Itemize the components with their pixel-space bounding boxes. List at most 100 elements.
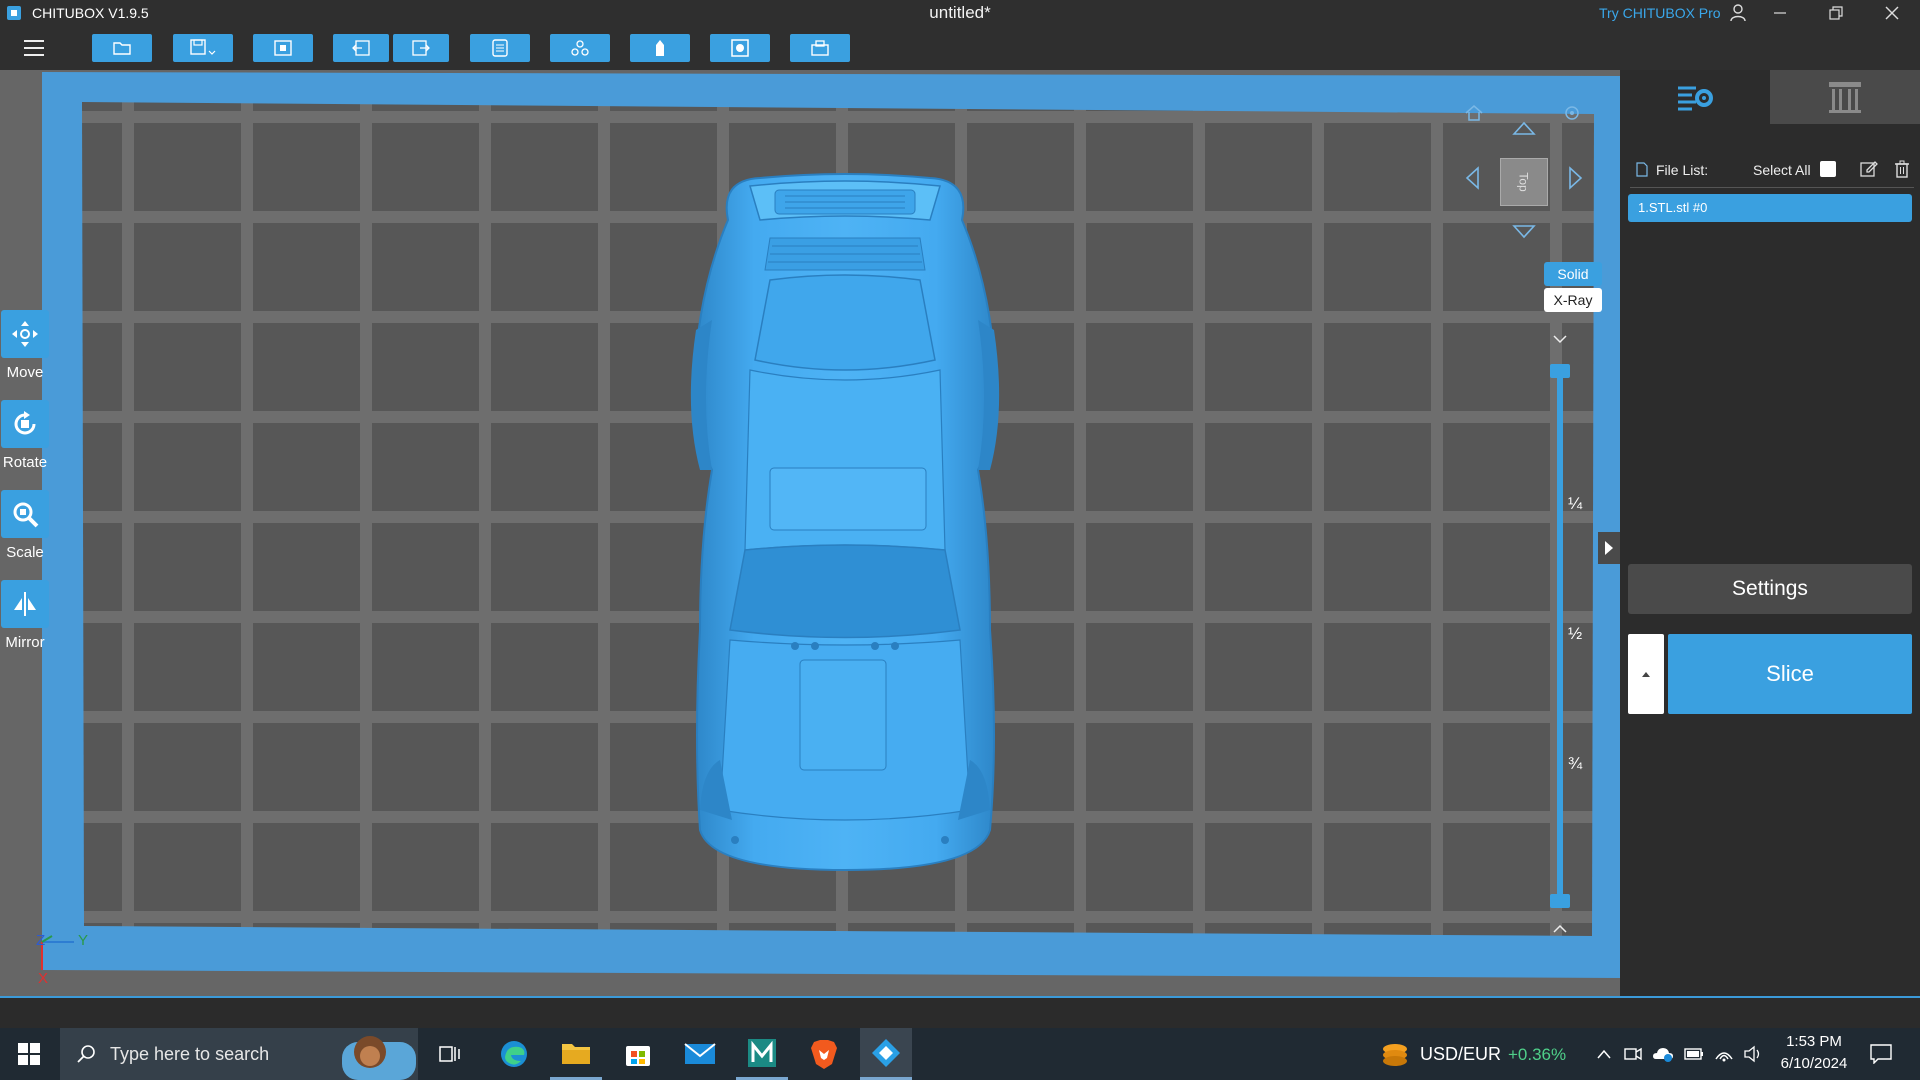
auto-layout-button[interactable]	[550, 34, 610, 62]
search-box[interactable]: Type here to search	[60, 1028, 418, 1080]
mail-icon	[684, 1043, 716, 1064]
open-file-button[interactable]	[92, 34, 152, 62]
file-explorer-app[interactable]	[550, 1028, 602, 1080]
redo-button[interactable]	[393, 34, 449, 62]
undo-button[interactable]	[333, 34, 389, 62]
mail-app[interactable]	[674, 1028, 726, 1080]
save-icon	[190, 39, 216, 55]
try-pro-link[interactable]: Try CHITUBOX Pro	[1599, 5, 1721, 21]
view-cube-label: Top	[1516, 172, 1531, 192]
file-list-divider	[1630, 187, 1914, 188]
axis-z-label: Z	[36, 932, 46, 949]
axis-x-label: X	[38, 970, 49, 987]
title-bar: CHITUBOX V1.9.5 untitled* Try CHITUBOX P…	[0, 0, 1920, 26]
move-tool-button[interactable]	[1, 310, 49, 358]
right-panel: File List: Select All 1.STL.stl #0 Setti…	[1620, 70, 1920, 996]
layer-slider-track[interactable]	[1557, 370, 1563, 900]
3d-viewport[interactable]: Top Solid X-Ray ¼ ½ ¾ Z Y X Move Rotate	[0, 70, 1620, 996]
tab-support[interactable]	[1770, 70, 1920, 124]
rotate-view-up-icon[interactable]	[1512, 120, 1536, 138]
tab-settings[interactable]	[1620, 70, 1770, 124]
restore-button[interactable]	[1814, 0, 1858, 26]
search-icon	[77, 1045, 95, 1063]
mirror-tool[interactable]: Mirror	[0, 580, 50, 651]
print-button[interactable]	[790, 34, 850, 62]
screenshot-button[interactable]	[253, 34, 313, 62]
layer-slider-top-handle[interactable]	[1550, 364, 1570, 378]
store-app[interactable]	[612, 1028, 664, 1080]
rotate-tool-label: Rotate	[2, 454, 48, 471]
slice-button[interactable]: Slice	[1668, 634, 1912, 714]
arrange-button[interactable]	[470, 34, 530, 62]
save-button[interactable]	[173, 34, 233, 62]
edit-icon[interactable]	[1860, 160, 1878, 178]
start-button[interactable]	[0, 1028, 58, 1080]
ticker-value[interactable]: +0.36%	[1508, 1045, 1566, 1065]
rotate-view-down-icon[interactable]	[1512, 222, 1536, 240]
scale-tool[interactable]: Scale	[0, 490, 50, 561]
hollow-button[interactable]	[710, 34, 770, 62]
brave-app[interactable]	[798, 1028, 850, 1080]
meet-now-icon[interactable]	[1624, 1046, 1642, 1062]
chevron-up-icon[interactable]	[1552, 924, 1568, 934]
meshmixer-app[interactable]	[736, 1028, 788, 1080]
weather-ticker-icon[interactable]	[1380, 1041, 1410, 1067]
view-cube[interactable]: Top	[1500, 158, 1548, 206]
rotate-view-right-icon[interactable]	[1566, 166, 1584, 190]
task-view-button[interactable]	[424, 1028, 476, 1080]
mirror-tool-button[interactable]	[1, 580, 49, 628]
car-model[interactable]	[690, 173, 1000, 872]
clock-time[interactable]: 1:53 PM	[1778, 1033, 1850, 1050]
onedrive-icon[interactable]	[1652, 1046, 1674, 1062]
brave-icon	[811, 1040, 837, 1069]
chitubox-app[interactable]	[860, 1028, 912, 1080]
app-title: CHITUBOX V1.9.5	[32, 5, 149, 21]
minimize-button[interactable]	[1758, 0, 1802, 26]
view-settings-icon[interactable]	[1562, 103, 1582, 123]
chevron-down-icon[interactable]	[1552, 334, 1568, 344]
slice-options-toggle[interactable]	[1628, 634, 1664, 714]
settings-button[interactable]: Settings	[1628, 564, 1912, 614]
file-list-label: File List:	[1656, 162, 1709, 178]
user-icon[interactable]	[1730, 4, 1746, 22]
clock-date[interactable]: 6/10/2024	[1770, 1055, 1858, 1072]
file-icon	[1636, 162, 1648, 177]
support-icon	[656, 40, 664, 56]
battery-icon[interactable]	[1684, 1047, 1704, 1061]
select-all-checkbox[interactable]	[1820, 161, 1836, 177]
layer-slider-bottom-handle[interactable]	[1550, 894, 1570, 908]
rotate-tool-button[interactable]	[1, 400, 49, 448]
rotate-view-left-icon[interactable]	[1464, 166, 1482, 190]
home-view-icon[interactable]	[1464, 103, 1484, 123]
toolbar	[0, 26, 1920, 70]
chevron-right-icon	[1605, 541, 1613, 555]
move-tool[interactable]: Move	[0, 310, 50, 381]
file-list-item[interactable]: 1.STL.stl #0	[1628, 194, 1912, 222]
rotate-tool[interactable]: Rotate	[0, 400, 50, 471]
close-button[interactable]	[1870, 0, 1914, 26]
edge-app[interactable]	[488, 1028, 540, 1080]
scale-tool-label: Scale	[6, 544, 44, 561]
minimize-icon	[1774, 12, 1786, 14]
slider-mark-quarter: ¼	[1568, 494, 1583, 513]
xray-mode-button[interactable]: X-Ray	[1544, 288, 1602, 312]
scale-tool-button[interactable]	[1, 490, 49, 538]
volume-icon[interactable]	[1744, 1045, 1764, 1063]
move-tool-label: Move	[6, 364, 44, 381]
arrange-icon	[492, 39, 508, 57]
notifications-icon[interactable]	[1870, 1044, 1892, 1064]
collapse-panel-button[interactable]	[1598, 532, 1620, 564]
menu-icon[interactable]	[23, 38, 45, 58]
delete-icon[interactable]	[1894, 160, 1910, 178]
ticker-label[interactable]: USD/EUR	[1420, 1044, 1501, 1065]
show-hidden-icons-icon[interactable]	[1596, 1048, 1612, 1060]
mirror-icon	[14, 592, 36, 616]
axis-y-label: Y	[78, 932, 89, 949]
rotate-icon	[14, 411, 36, 435]
solid-mode-button[interactable]: Solid	[1544, 262, 1602, 286]
support-panel-icon	[1829, 82, 1861, 113]
support-button[interactable]	[630, 34, 690, 62]
wifi-icon[interactable]	[1714, 1045, 1734, 1063]
scale-icon	[13, 502, 39, 528]
select-all-label: Select All	[1753, 162, 1811, 178]
